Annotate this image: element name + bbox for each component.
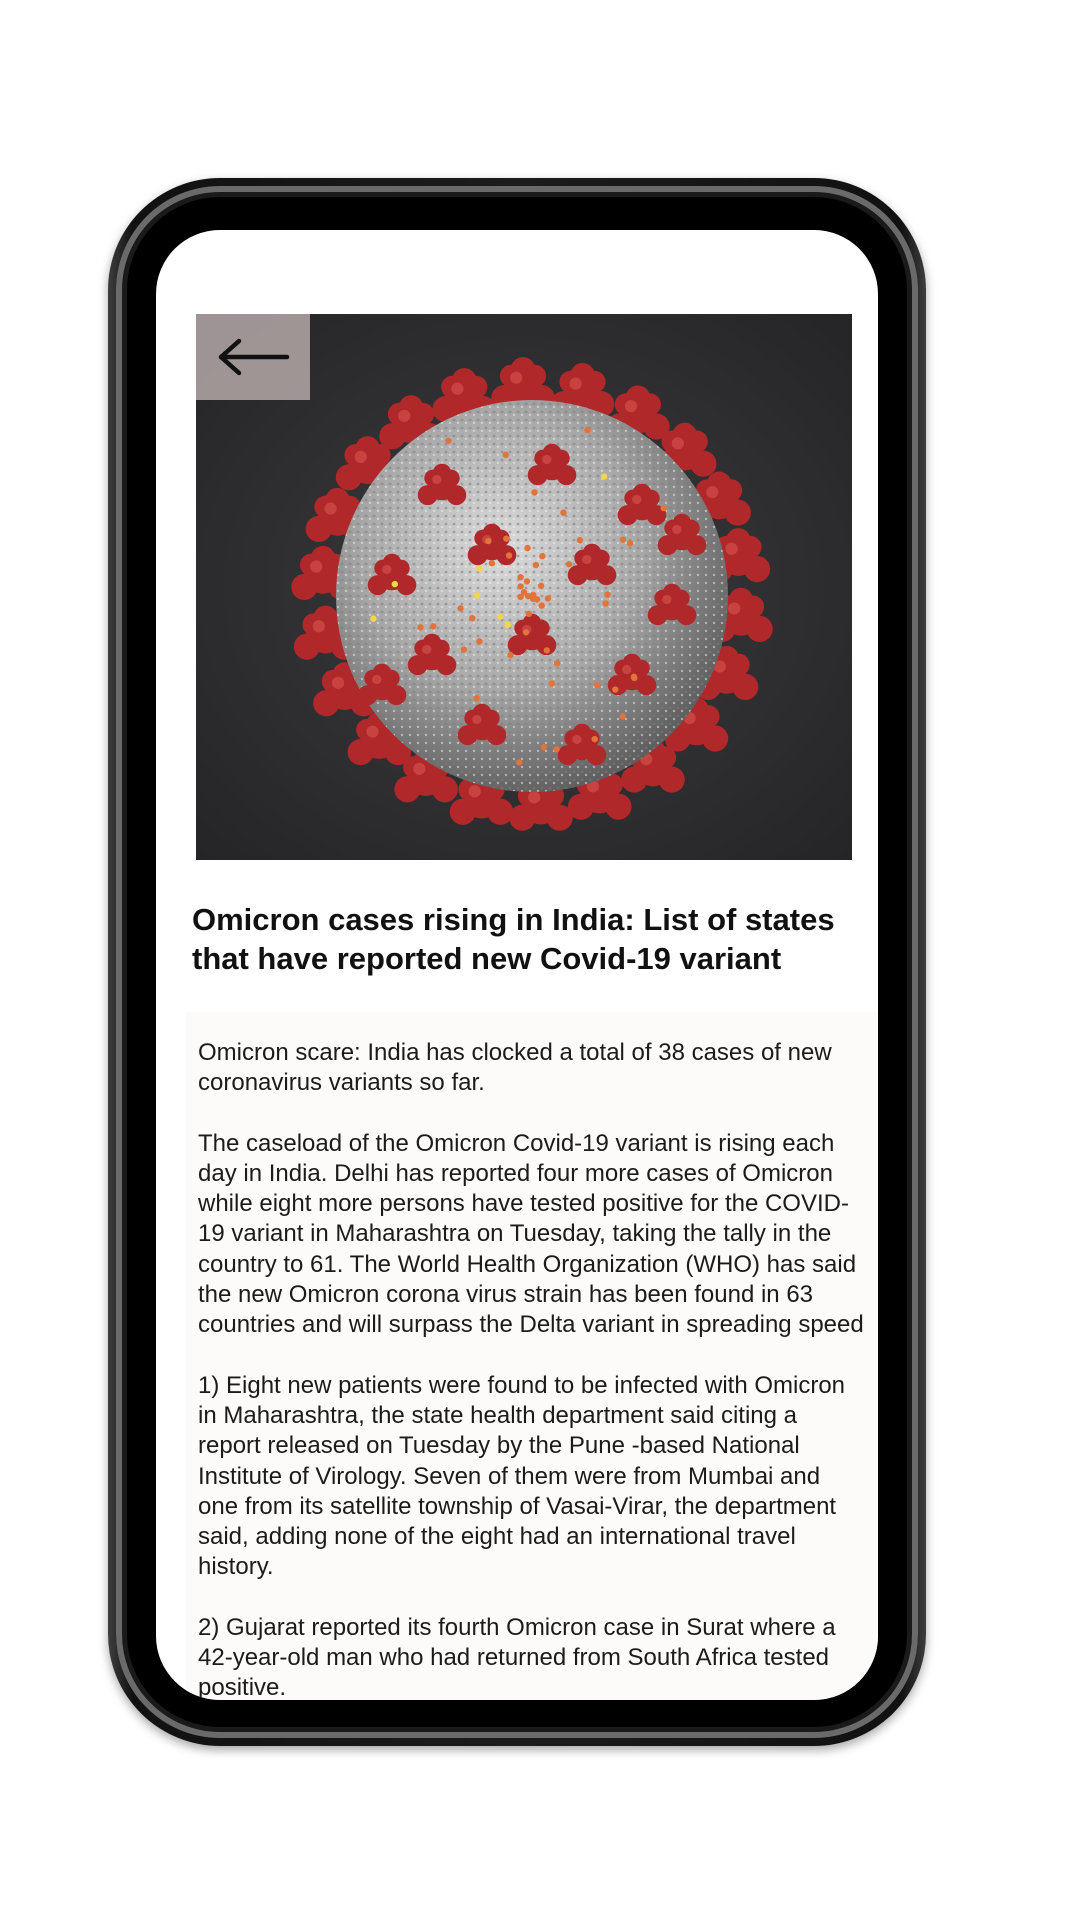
envelope-protein-dot xyxy=(549,680,555,686)
envelope-protein-dot xyxy=(619,713,625,719)
envelope-protein-dot xyxy=(392,581,398,587)
envelope-protein-dot xyxy=(620,536,626,542)
envelope-protein-dot xyxy=(517,574,523,580)
article-paragraph: Omicron scare: India has clocked a total… xyxy=(186,1038,878,1099)
envelope-protein-dot xyxy=(505,622,511,628)
article-title: Omicron cases rising in India: List of s… xyxy=(192,900,862,978)
article-paragraph: The caseload of the Omicron Covid-19 var… xyxy=(186,1129,878,1341)
envelope-protein-dot xyxy=(517,583,523,589)
envelope-protein-dot xyxy=(553,746,559,752)
envelope-protein-dot xyxy=(660,505,666,511)
envelope-protein-dot xyxy=(489,560,495,566)
envelope-protein-dot xyxy=(370,616,376,622)
envelope-protein-dot xyxy=(524,545,530,551)
article-paragraph: 1) Eight new patients were found to be i… xyxy=(186,1371,878,1583)
envelope-protein-dot xyxy=(530,592,536,598)
envelope-protein-dot xyxy=(417,624,423,630)
envelope-protein-dot xyxy=(566,561,572,567)
envelope-protein-dot xyxy=(457,605,463,611)
envelope-protein-dot xyxy=(544,647,550,653)
envelope-protein-dot xyxy=(507,652,513,658)
envelope-protein-dot xyxy=(503,535,509,541)
envelope-protein-dot xyxy=(469,615,475,621)
envelope-protein-dot xyxy=(533,562,539,568)
envelope-protein-dot xyxy=(577,537,583,543)
envelope-protein-dot xyxy=(516,759,522,765)
envelope-protein-dot xyxy=(592,736,598,742)
envelope-protein-dot xyxy=(476,638,482,644)
envelope-protein-dot xyxy=(584,427,590,433)
envelope-protein-dot xyxy=(545,595,551,601)
envelope-protein-dot xyxy=(461,646,467,652)
envelope-protein-dot xyxy=(523,629,529,635)
back-button[interactable] xyxy=(196,314,310,400)
envelope-protein-dot xyxy=(554,660,560,666)
envelope-protein-dot xyxy=(627,540,633,546)
envelope-protein-dot xyxy=(539,553,545,559)
article-paragraph: 2) Gujarat reported its fourth Omicron c… xyxy=(186,1613,878,1700)
envelope-protein-dot xyxy=(476,565,482,571)
envelope-protein-dot xyxy=(445,438,451,444)
envelope-protein-dot xyxy=(503,452,509,458)
hero-image xyxy=(196,314,852,860)
envelope-protein-dot xyxy=(506,552,512,558)
envelope-protein-dot xyxy=(497,613,503,619)
envelope-protein-dot xyxy=(602,600,608,606)
arrow-left-icon xyxy=(215,337,291,377)
envelope-protein-dot xyxy=(560,509,566,515)
envelope-protein-dot xyxy=(531,489,537,495)
envelope-protein-dot xyxy=(612,686,618,692)
envelope-protein-dot xyxy=(539,602,545,608)
envelope-protein-dot xyxy=(474,592,480,598)
envelope-protein-dot xyxy=(526,611,532,617)
envelope-protein-dot xyxy=(604,591,610,597)
phone-bezel: Omicron cases rising in India: List of s… xyxy=(116,186,918,1738)
phone-frame: Omicron cases rising in India: List of s… xyxy=(108,178,926,1746)
phone-screen: Omicron cases rising in India: List of s… xyxy=(156,230,878,1700)
envelope-protein-dot xyxy=(601,473,607,479)
envelope-protein-dot xyxy=(524,578,530,584)
envelope-protein-dot xyxy=(538,583,544,589)
envelope-protein-dot xyxy=(473,695,479,701)
envelope-protein-dot xyxy=(517,594,523,600)
envelope-protein-dot xyxy=(430,623,436,629)
envelope-protein-dot xyxy=(631,675,637,681)
envelope-protein-dot xyxy=(594,682,600,688)
article-body: Omicron scare: India has clocked a total… xyxy=(186,1012,878,1700)
envelope-protein-dot xyxy=(541,744,547,750)
envelope-protein-dot xyxy=(485,538,491,544)
